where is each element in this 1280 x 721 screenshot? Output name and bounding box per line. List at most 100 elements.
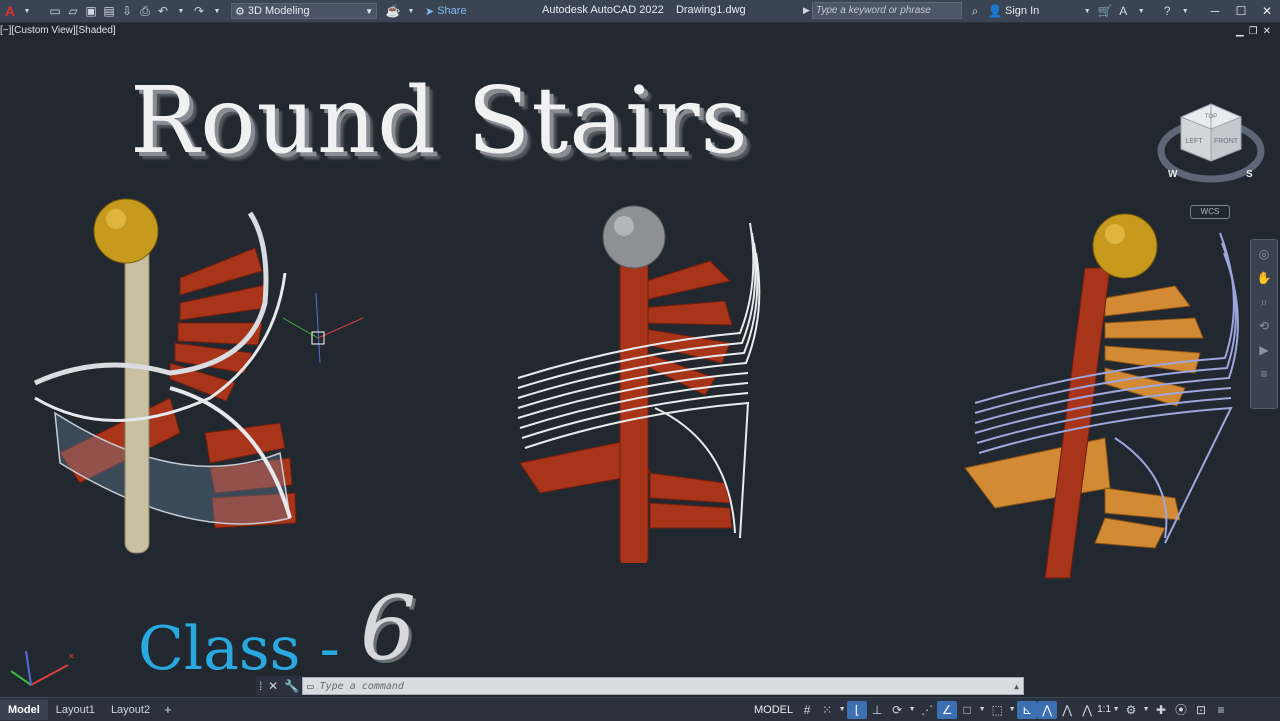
save-icon[interactable]: ▣ bbox=[83, 3, 99, 19]
autocad-logo-icon[interactable]: A bbox=[3, 3, 17, 19]
redo-icon[interactable]: ↷ bbox=[191, 3, 207, 19]
vp-close-icon[interactable]: ✕ bbox=[1263, 26, 1276, 37]
gear-dropdown-icon[interactable]: ▼ bbox=[1141, 701, 1151, 719]
tab-model[interactable]: Model bbox=[0, 699, 48, 720]
view-label[interactable]: [−][Custom View][Shaded] bbox=[0, 25, 116, 36]
close-icon[interactable]: ✕ bbox=[1254, 4, 1280, 18]
customize-menu-icon[interactable]: ≡ bbox=[1211, 701, 1231, 719]
search-icon[interactable]: ⌕ bbox=[967, 3, 983, 19]
status-bar: Model Layout1 Layout2 + MODEL # ⁙ ▼ ⌊ ⊥ … bbox=[0, 697, 1280, 721]
document-name: Drawing1.dwg bbox=[675, 4, 746, 16]
app-title: Autodesk AutoCAD 2022 Drawing1.dwg bbox=[542, 4, 746, 16]
customize-dropdown-icon[interactable]: ▼ bbox=[403, 3, 419, 19]
3d-osnap-icon[interactable]: ⬚ bbox=[987, 701, 1007, 719]
drag-handle-icon[interactable]: ⁞ bbox=[259, 679, 262, 693]
a360-icon[interactable]: A bbox=[1115, 3, 1131, 19]
open-web-icon[interactable]: ⇩ bbox=[119, 3, 135, 19]
isodraft-icon[interactable]: ⋰ bbox=[917, 701, 937, 719]
scale-value[interactable]: 1:1 bbox=[1097, 704, 1111, 715]
annotation-scale-icon[interactable]: ⋀ bbox=[1077, 701, 1097, 719]
status-tools: MODEL # ⁙ ▼ ⌊ ⊥ ⟳ ▼ ⋰ ∠ □ ▼ ⬚ ▼ ⊾ ⋀ ⋀ ⋀ … bbox=[754, 698, 1231, 721]
undo-icon[interactable]: ↶ bbox=[155, 3, 171, 19]
cart-icon[interactable]: 🛒 bbox=[1097, 3, 1113, 19]
search-input[interactable]: Type a keyword or phrase bbox=[812, 2, 962, 19]
maximize-icon[interactable]: ☐ bbox=[1228, 4, 1254, 18]
workspace-select[interactable]: ⚙ 3D Modeling ▼ bbox=[231, 3, 377, 19]
app-name: Autodesk AutoCAD 2022 bbox=[542, 4, 664, 16]
navbar-options-icon[interactable]: ≡ bbox=[1254, 364, 1274, 384]
navcube-left-label: LEFT bbox=[1185, 138, 1203, 145]
redo-dropdown-icon[interactable]: ▼ bbox=[209, 3, 225, 19]
a360-dropdown-icon[interactable]: ▼ bbox=[1133, 3, 1149, 19]
right-toolbar: ⌕ 👤 Sign In ▼ 🛒 A ▼ ? ▼ bbox=[965, 2, 1193, 20]
ortho-icon[interactable]: ⟳ bbox=[887, 701, 907, 719]
annotation-visibility-icon[interactable]: ⋀ bbox=[1037, 700, 1058, 719]
tab-layout1[interactable]: Layout1 bbox=[48, 700, 103, 720]
isolate-objects-icon[interactable]: ⦿ bbox=[1171, 701, 1191, 719]
command-placeholder: Type a command bbox=[319, 680, 404, 692]
command-history-icon[interactable]: ▲ bbox=[1014, 682, 1019, 691]
minimize-icon[interactable]: ─ bbox=[1202, 4, 1228, 18]
plot-icon[interactable]: ⎙ bbox=[137, 3, 153, 19]
navcube-front-label: FRONT bbox=[1214, 138, 1239, 145]
teapot-icon[interactable]: ☕ bbox=[385, 3, 401, 19]
round-stair-3 bbox=[964, 213, 1239, 579]
close-command-icon[interactable]: ✕ bbox=[268, 679, 278, 693]
auto-scale-icon[interactable]: ⋀ bbox=[1057, 701, 1077, 719]
snap-icon[interactable]: ⁙ bbox=[817, 701, 837, 719]
polar-dropdown-icon[interactable]: ▼ bbox=[907, 701, 917, 719]
command-line-buttons: ⁞ ✕ 🔧 bbox=[256, 676, 302, 696]
zoom-icon[interactable]: ⌕ bbox=[1254, 292, 1274, 312]
showmotion-icon[interactable]: ▶ bbox=[1254, 340, 1274, 360]
command-prompt-icon[interactable]: ▭ bbox=[307, 680, 314, 693]
share-label: Share bbox=[437, 5, 467, 17]
pan-icon[interactable]: ✋ bbox=[1254, 268, 1274, 288]
command-input[interactable]: ▭ Type a command ▲ bbox=[302, 677, 1024, 695]
undo-dropdown-icon[interactable]: ▼ bbox=[173, 3, 189, 19]
open-folder-icon[interactable]: ▱ bbox=[65, 3, 81, 19]
vp-minimize-icon[interactable]: ▁ bbox=[1236, 26, 1249, 37]
plus-icon[interactable]: ✚ bbox=[1151, 701, 1171, 719]
snap-dropdown-icon[interactable]: ▼ bbox=[837, 701, 847, 719]
object-snap-tracking-icon[interactable]: ∠ bbox=[937, 700, 958, 719]
share-icon: ➤ bbox=[425, 5, 435, 18]
infer-constraints-icon[interactable]: ⌊ bbox=[847, 700, 868, 719]
round-stair-2 bbox=[517, 205, 761, 563]
clean-screen-icon[interactable]: ⊡ bbox=[1191, 701, 1211, 719]
drawing-viewport[interactable]: [−][Custom View][Shaded] ▁❐✕ Round Stair… bbox=[0, 23, 1280, 695]
customize-wrench-icon[interactable]: 🔧 bbox=[284, 679, 299, 693]
3d-osnap-dropdown-icon[interactable]: ▼ bbox=[1007, 701, 1017, 719]
dynamic-ucs-icon[interactable]: ⊾ bbox=[1017, 700, 1038, 719]
expand-arrow-icon[interactable]: ▶ bbox=[803, 5, 810, 16]
tab-layout2[interactable]: Layout2 bbox=[103, 700, 158, 720]
sign-in-link[interactable]: Sign In bbox=[1005, 5, 1039, 17]
steering-wheel-icon[interactable]: ◎ bbox=[1254, 244, 1274, 264]
model-space-button[interactable]: MODEL bbox=[754, 704, 793, 716]
grid-icon[interactable]: # bbox=[797, 701, 817, 719]
help-dropdown-icon[interactable]: ▼ bbox=[1177, 3, 1193, 19]
workspace-gear-icon[interactable]: ⚙ bbox=[1121, 701, 1141, 719]
add-layout-icon[interactable]: + bbox=[158, 702, 178, 717]
save-as-icon[interactable]: ▤ bbox=[101, 3, 117, 19]
navigation-bar: ◎ ✋ ⌕ ⟲ ▶ ≡ bbox=[1250, 239, 1278, 409]
help-icon[interactable]: ? bbox=[1159, 3, 1175, 19]
ucs-icon: ✕ bbox=[10, 650, 75, 686]
osnap-dropdown-icon[interactable]: ▼ bbox=[977, 701, 987, 719]
navcube[interactable]: TOP LEFT FRONT W S bbox=[1156, 99, 1266, 189]
sign-in-dropdown-icon[interactable]: ▼ bbox=[1079, 3, 1095, 19]
gear-icon: ⚙ bbox=[235, 5, 245, 18]
orbit-icon[interactable]: ⟲ bbox=[1254, 316, 1274, 336]
vp-restore-icon[interactable]: ❐ bbox=[1249, 26, 1263, 37]
workspace-label: 3D Modeling bbox=[247, 5, 310, 17]
class-number: 6 bbox=[360, 577, 416, 680]
dynamic-input-icon[interactable]: ⊥ bbox=[867, 701, 887, 719]
object-snap-icon[interactable]: □ bbox=[957, 701, 977, 719]
wcs-menu[interactable]: WCS bbox=[1190, 205, 1230, 219]
viewport-controls: ▁❐✕ bbox=[1236, 26, 1276, 37]
scale-dropdown-icon[interactable]: ▼ bbox=[1111, 701, 1121, 719]
new-file-icon[interactable]: ▭ bbox=[47, 3, 63, 19]
drawing-title: Round Stairs bbox=[130, 67, 749, 174]
share-button[interactable]: ➤ Share bbox=[425, 5, 467, 18]
menu-dropdown-icon[interactable]: ▼ bbox=[19, 3, 35, 19]
user-icon[interactable]: 👤 bbox=[987, 3, 1003, 19]
